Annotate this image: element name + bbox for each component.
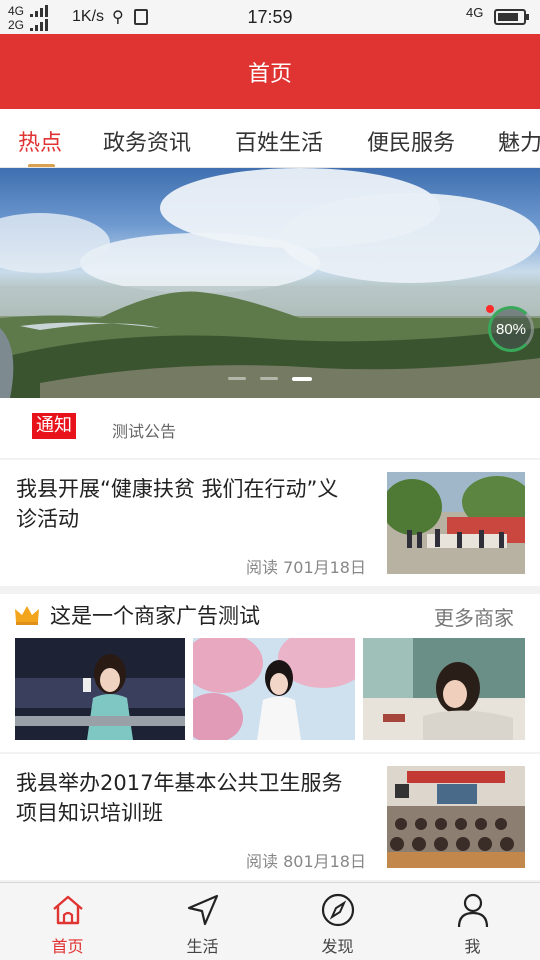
tabbar-label: 首页 xyxy=(51,937,84,956)
tabbar-item-me[interactable]: 我 xyxy=(405,883,540,960)
status-bar: 4G 2G 1K/s ⚲ 17:59 4G xyxy=(0,0,540,34)
page-title: 首页 xyxy=(247,61,292,87)
navigation-icon xyxy=(187,894,218,926)
news-thumbnail[interactable] xyxy=(387,766,525,868)
ad-image[interactable] xyxy=(193,638,355,740)
notice-text[interactable]: 测试公告 xyxy=(112,418,176,442)
crown-icon xyxy=(15,606,39,625)
ad-image[interactable] xyxy=(15,638,185,740)
carousel-dot-active[interactable] xyxy=(292,377,312,381)
news-title[interactable]: 我县举办2017年基本公共卫生服务项目知识培训班 xyxy=(16,768,356,828)
compass-icon xyxy=(321,893,354,927)
carousel-dot[interactable] xyxy=(260,377,278,380)
news-thumbnail[interactable] xyxy=(387,472,525,574)
tabbar-label: 生活 xyxy=(186,937,219,956)
news-title[interactable]: 我县开展“健康扶贫 我们在行动”义诊活动 xyxy=(16,474,356,534)
news-meta: 阅读 701月18日 xyxy=(246,558,366,577)
progress-value: 80% xyxy=(495,320,527,338)
tabbar-item-discover[interactable]: 发现 xyxy=(270,883,405,960)
tab-services[interactable]: 便民服务 xyxy=(367,125,455,157)
tabbar-item-life[interactable]: 生活 xyxy=(135,883,270,960)
battery-icon xyxy=(494,9,529,25)
person-icon xyxy=(457,893,488,928)
progress-badge: 80% xyxy=(488,306,534,352)
tab-government-news[interactable]: 政务资讯 xyxy=(103,125,191,157)
notice-bar[interactable]: 通知 测试公告 xyxy=(0,398,540,458)
news-item[interactable]: 我县开展“健康扶贫 我们在行动”义诊活动 阅读 701月18日 xyxy=(0,460,540,586)
network-type-right: 4G xyxy=(466,5,484,20)
tabbar-label: 发现 xyxy=(321,937,354,956)
carousel-indicators xyxy=(190,377,350,383)
banner-carousel[interactable]: 80% xyxy=(0,168,540,398)
ad-title: 这是一个商家广告测试 xyxy=(50,604,260,628)
news-meta: 阅读 801月18日 xyxy=(246,852,366,871)
tabbar-item-home[interactable]: 首页 xyxy=(0,883,135,960)
ad-image[interactable] xyxy=(363,638,525,740)
app-header: 首页 xyxy=(0,34,540,109)
recording-dot xyxy=(486,305,494,313)
news-item[interactable]: 我县举办2017年基本公共卫生服务项目知识培训班 阅读 801月18日 xyxy=(0,754,540,880)
more-merchants-link[interactable]: 更多商家 xyxy=(434,602,514,631)
merchant-ad: 这是一个商家广告测试 更多商家 xyxy=(0,594,540,752)
home-icon xyxy=(52,895,83,925)
clock: 17:59 xyxy=(247,7,293,27)
tab-hot[interactable]: 热点 xyxy=(18,125,62,157)
notice-tag: 通知 xyxy=(32,413,76,439)
tab-daily-life[interactable]: 百姓生活 xyxy=(235,125,323,157)
tabbar-label: 我 xyxy=(464,937,481,956)
category-tabs: 热点 政务资讯 百姓生活 便民服务 魅力 xyxy=(0,109,540,168)
bottom-tab-bar: 首页 生活 发现 我 xyxy=(0,882,540,960)
banner-landscape-image xyxy=(0,168,540,398)
carousel-dot[interactable] xyxy=(228,377,246,380)
tab-charm[interactable]: 魅力 xyxy=(498,125,540,157)
